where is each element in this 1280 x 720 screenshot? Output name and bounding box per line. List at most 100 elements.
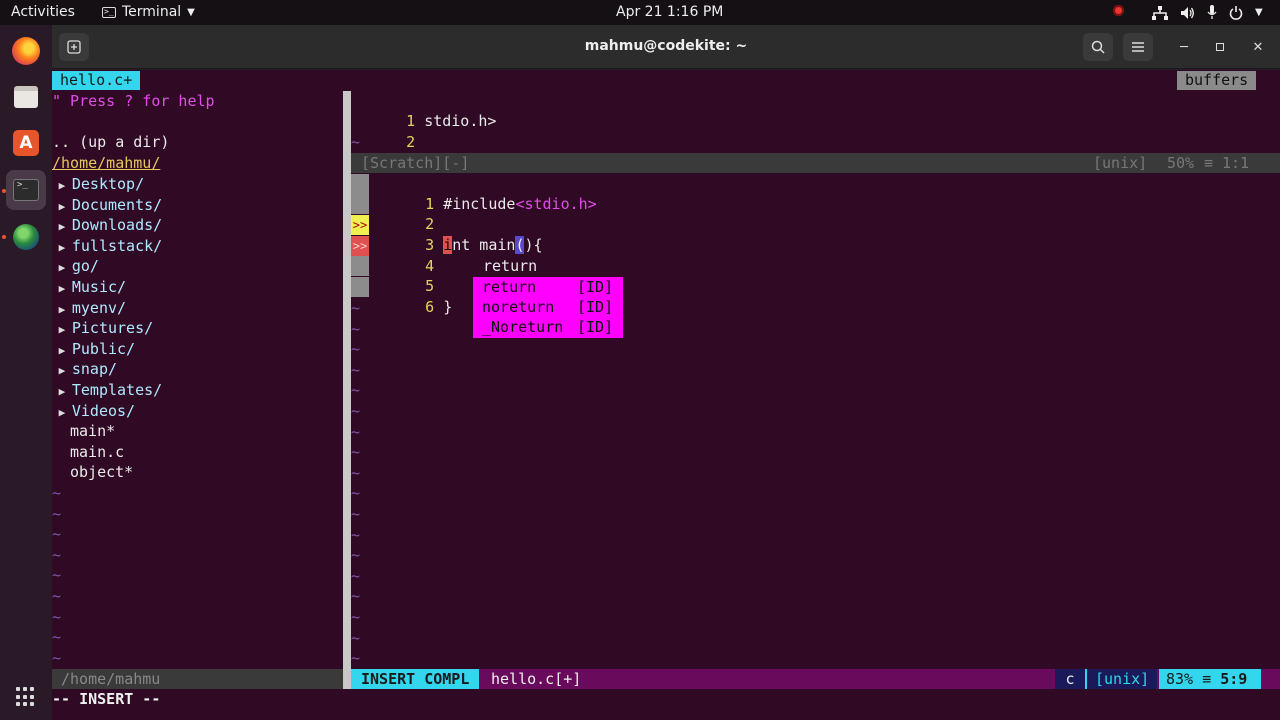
completion-popup: return [ID] noreturn [ID] _Noreturn [ID] <box>473 277 623 338</box>
nerdtree-dir-label: Documents/ <box>71 196 163 214</box>
browser-icon <box>13 224 39 250</box>
tilde-line: ~ <box>351 587 361 605</box>
nerdtree-help: " Press ? for help <box>52 92 215 110</box>
completion-item[interactable]: _Noreturn [ID] <box>473 317 623 337</box>
scratch-line-2: 2 <box>406 133 416 151</box>
nerdtree-dir-label: Pictures/ <box>71 319 154 337</box>
tilde-line: ~ <box>351 133 361 151</box>
nerdtree-file-item[interactable]: object* <box>70 462 133 482</box>
nerdtree-root[interactable]: /home/mahmu/ <box>52 153 343 173</box>
search-icon <box>1091 40 1105 54</box>
menu-button[interactable] <box>1123 33 1153 61</box>
nerdtree-dir-item[interactable]: ▶ Downloads/ <box>52 215 163 235</box>
power-icon <box>1229 5 1243 20</box>
file-name: hello.c[+] <box>491 670 582 688</box>
scratch-line-1: 1 stdio.h> <box>406 112 497 130</box>
files-icon <box>14 86 38 108</box>
expand-arrow-icon: ▶ <box>52 282 72 295</box>
activities-button[interactable]: Activities <box>11 4 75 21</box>
nerdtree-dir-item[interactable]: ▶ Public/ <box>52 339 135 359</box>
cursor-position: 83% ≡ 5:9 <box>1159 669 1261 689</box>
nerdtree-up-dir[interactable]: .. (up a dir) <box>52 132 169 152</box>
nerdtree-dir-item[interactable]: ▶ Desktop/ <box>52 174 145 194</box>
nerdtree-dir-item[interactable]: ▶ fullstack/ <box>52 236 163 256</box>
dock-files[interactable] <box>6 77 46 117</box>
recording-indicator[interactable] <box>1113 5 1124 16</box>
sign-column <box>351 194 369 214</box>
dock-terminal[interactable]: >_ <box>6 170 46 210</box>
mode-indicator: INSERT COMPL <box>351 669 480 689</box>
volume-icon <box>1181 6 1194 19</box>
software-center-icon: A <box>13 130 39 156</box>
nerdtree-dir-item[interactable]: ▶ myenv/ <box>52 298 126 318</box>
chevron-down-icon: ▼ <box>1255 7 1263 18</box>
editor-line-4[interactable]: 4 <box>389 236 434 275</box>
close-button[interactable]: ✕ <box>1248 37 1268 57</box>
tilde-line: ~ <box>351 526 361 544</box>
completion-item[interactable]: noreturn [ID] <box>473 297 623 317</box>
microphone-icon <box>1207 5 1217 19</box>
nerdtree-dir-item[interactable]: ▶ Videos/ <box>52 401 135 421</box>
dock-software[interactable]: A <box>6 123 46 163</box>
system-menu[interactable]: ▼ <box>1152 5 1263 20</box>
vertical-split-separator[interactable] <box>343 91 351 689</box>
nerdtree-file-item[interactable]: main* <box>70 421 115 441</box>
editor-line-3[interactable]: 3 int main(){ <box>389 215 543 254</box>
nerdtree-dir-item[interactable]: ▶ snap/ <box>52 359 117 379</box>
recording-icon <box>1113 5 1124 16</box>
completion-item[interactable]: return [ID] <box>473 277 623 297</box>
nerdtree-dir-item[interactable]: ▶ Music/ <box>52 277 126 297</box>
terminal-content[interactable]: hello.c+ buffers " Press ? for help .. (… <box>52 70 1280 720</box>
expand-arrow-icon: ▶ <box>52 220 72 233</box>
expand-arrow-icon: ▶ <box>52 261 72 274</box>
nerdtree-dir-label: Public/ <box>71 340 136 358</box>
app-menu-button[interactable]: >_ Terminal ▼ <box>102 4 195 21</box>
nerdtree-dir-label: fullstack/ <box>71 237 163 255</box>
dock-firefox[interactable] <box>6 31 46 71</box>
nerdtree-dir-label: Templates/ <box>71 381 163 399</box>
tilde-line: ~ <box>351 649 361 667</box>
vim-cmdline: -- INSERT -- <box>52 690 161 708</box>
scratch-statusline: [Scratch][-] [unix] 50% ≡ 1:1 <box>351 153 1280 173</box>
vim-tab-hello-c[interactable]: hello.c+ <box>52 71 141 90</box>
tilde-line: ~ <box>351 443 361 461</box>
tilde-line: ~ <box>351 402 361 420</box>
tilde-line: ~ <box>351 546 361 564</box>
nerdtree-file-item[interactable]: main.c <box>70 442 124 462</box>
tilde-line: ~ <box>52 566 62 584</box>
dock-browser[interactable] <box>6 217 46 257</box>
tilde-line: ~ <box>52 546 62 564</box>
nerdtree-dir-label: go/ <box>71 257 99 275</box>
nerdtree-dir-item[interactable]: ▶ Pictures/ <box>52 318 154 338</box>
show-applications-icon[interactable] <box>16 687 36 707</box>
editor-statusline: INSERT COMPL hello.c[+] c [unix] 83% ≡ 5… <box>351 669 1280 689</box>
search-button[interactable] <box>1083 33 1113 61</box>
editor-line-5[interactable]: 5 <box>389 256 434 295</box>
nerdtree-dir-item[interactable]: ▶ go/ <box>52 256 99 276</box>
app-name: Terminal <box>122 4 182 20</box>
tilde-line: ~ <box>52 608 62 626</box>
tilde-line: ~ <box>52 587 62 605</box>
tilde-line: ~ <box>351 629 361 647</box>
editor-line-2[interactable]: 2 <box>389 194 434 233</box>
nerdtree-statusline: /home/mahmu <box>52 669 343 689</box>
tilde-line: ~ <box>351 381 361 399</box>
expand-arrow-icon: ▶ <box>52 200 72 213</box>
nerdtree-dir-label: snap/ <box>71 360 118 378</box>
expand-arrow-icon: ▶ <box>52 323 72 336</box>
maximize-button[interactable] <box>1210 37 1230 57</box>
hamburger-icon <box>1132 42 1144 52</box>
tilde-line: ~ <box>351 340 361 358</box>
nerdtree-dir-item[interactable]: ▶ Documents/ <box>52 195 163 215</box>
minimize-button[interactable]: ─ <box>1174 37 1194 57</box>
sign-column <box>351 256 369 276</box>
clock[interactable]: Apr 21 1:16 PM <box>616 4 723 21</box>
expand-arrow-icon: ▶ <box>52 241 72 254</box>
filetype-indicator: c <box>1055 669 1085 689</box>
editor-line-1[interactable]: 1 #include<stdio.h> <box>389 174 597 213</box>
sign-column <box>351 174 369 194</box>
nerdtree-dir-item[interactable]: ▶ Templates/ <box>52 380 163 400</box>
editor-line-6[interactable]: 6 } <box>389 277 452 316</box>
network-icon <box>1152 5 1168 20</box>
sign-column <box>351 277 369 297</box>
